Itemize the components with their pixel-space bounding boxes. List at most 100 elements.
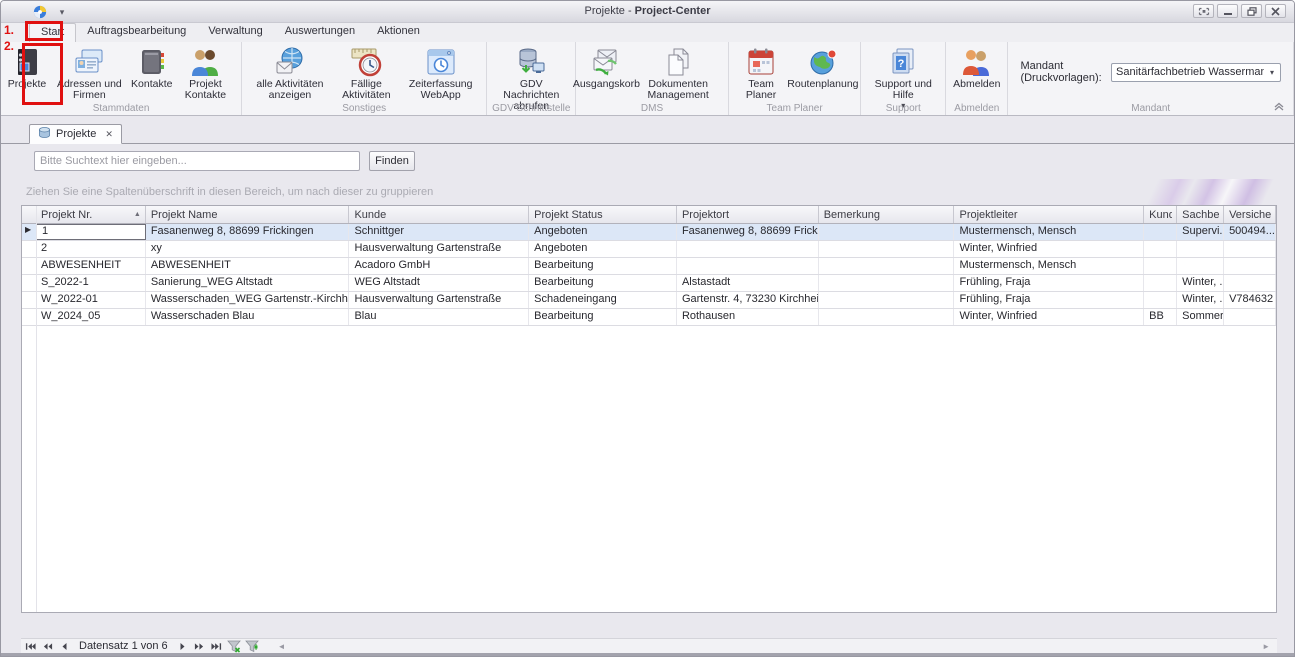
grid-cell[interactable] [1177, 258, 1224, 274]
grid-cell[interactable]: Frühling, Fraja [954, 292, 1144, 308]
grid-cell[interactable]: WEG Altstadt [349, 275, 529, 291]
ribbon-tab-aktionen[interactable]: Aktionen [366, 23, 431, 42]
grid-cell[interactable]: Schnittger [349, 224, 529, 240]
grid-cell[interactable]: Acadoro GmbH [349, 258, 529, 274]
support-und-hilfe-button[interactable]: ?Support und Hilfe▾ [865, 44, 941, 112]
ribbon-tab-verwaltung[interactable]: Verwaltung [197, 23, 273, 42]
grid-cell[interactable] [1144, 241, 1177, 257]
grid-cell[interactable] [819, 309, 955, 325]
table-row[interactable]: S_2022-1Sanierung_WEG AltstadtWEG Altsta… [22, 275, 1276, 292]
mandant-combobox[interactable]: Sanitärfachbetrieb Wassermann▾ [1111, 63, 1281, 82]
team-planer-button[interactable]: Team Planer [733, 44, 790, 103]
kontakte-button[interactable]: Kontakte [130, 44, 174, 92]
ribbon-tab-start[interactable]: Start [29, 23, 76, 42]
grid-cell[interactable] [819, 258, 955, 274]
restore-button[interactable] [1241, 4, 1262, 18]
grid-cell[interactable]: Winter, Winfried [954, 309, 1144, 325]
dokumenten-management-button[interactable]: Dokumenten Management [633, 44, 724, 103]
grid-cell[interactable]: Frühling, Fraja [954, 275, 1144, 291]
ribbon-tab-auftragsbearbeitung[interactable]: Auftragsbearbeitung [76, 23, 197, 42]
grid-cell[interactable]: Hausverwaltung Gartenstraße [349, 292, 529, 308]
grid-cell[interactable] [1144, 292, 1177, 308]
grid-cell[interactable]: Wasserschaden_WEG Gartenstr.-Kirchheim [146, 292, 350, 308]
scroll-right-icon[interactable]: ► [1259, 642, 1273, 651]
grid-cell[interactable]: Hausverwaltung Gartenstraße [349, 241, 529, 257]
grid-cell[interactable] [1177, 241, 1224, 257]
grid-cell[interactable] [819, 224, 955, 240]
grid-cell[interactable]: W_2022-01 [36, 292, 146, 308]
column-header-sachbe[interactable]: Sachbe... [1177, 206, 1224, 223]
grid-cell[interactable]: 1 [36, 224, 146, 240]
column-header-kunde-k[interactable]: Kunde K... [1144, 206, 1177, 223]
grid-cell[interactable]: Fasanenweg 8, 88699 Frickingen [677, 224, 819, 240]
delete-filter-icon[interactable] [227, 640, 241, 652]
abmelden-button[interactable]: Abmelden [950, 44, 1003, 92]
find-button[interactable]: Finden [369, 151, 415, 171]
minimize-button[interactable] [1217, 4, 1238, 18]
table-row[interactable]: ABWESENHEITABWESENHEITAcadoro GmbHBearbe… [22, 258, 1276, 275]
grid-cell[interactable]: Sanierung_WEG Altstadt [146, 275, 350, 291]
grid-cell[interactable]: ABWESENHEIT [146, 258, 350, 274]
grid-cell[interactable]: Gartenstr. 4, 73230 Kirchheim [677, 292, 819, 308]
previous-record-button[interactable] [58, 641, 71, 652]
grid-cell[interactable]: Mustermensch, Mensch [954, 258, 1144, 274]
grid-cell[interactable]: 2 [36, 241, 146, 257]
chevron-down-icon[interactable]: ▾ [1264, 68, 1280, 77]
column-header-projektleiter[interactable]: Projektleiter [954, 206, 1144, 223]
grid-cell[interactable] [1144, 275, 1177, 291]
grid-cell[interactable]: S_2022-1 [36, 275, 146, 291]
previous-page-button[interactable] [41, 641, 54, 652]
grid-cell[interactable]: Sommer... [1177, 309, 1224, 325]
grid-cell[interactable]: Fasanenweg 8, 88699 Frickingen [146, 224, 350, 240]
column-header-bemerkung[interactable]: Bemerkung [819, 206, 955, 223]
fällige-aktivitäten-button[interactable]: Fällige Aktivitäten [334, 44, 399, 103]
grid-cell[interactable] [1144, 258, 1177, 274]
alle-aktivitäten-anzeigen-button[interactable]: alle Aktivitäten anzeigen [246, 44, 334, 103]
grid-cell[interactable] [677, 258, 819, 274]
routenplanung-button[interactable]: Routenplanung [789, 44, 856, 92]
next-page-button[interactable] [193, 641, 206, 652]
edit-filter-icon[interactable] [245, 640, 259, 652]
tab-close-icon[interactable]: ✕ [101, 129, 113, 140]
grid-cell[interactable]: Bearbeitung [529, 275, 677, 291]
ausgangskorb-button[interactable]: Ausgangskorb [580, 44, 632, 92]
search-input[interactable] [34, 151, 360, 171]
grid-cell[interactable]: Mustermensch, Mensch [954, 224, 1144, 240]
grid-cell[interactable] [1224, 241, 1276, 257]
grid-cell[interactable]: Supervi... [1177, 224, 1224, 240]
group-by-panel[interactable]: Ziehen Sie eine Spaltenüberschrift in di… [21, 179, 1277, 205]
grid-cell[interactable] [1224, 275, 1276, 291]
column-header-kunde[interactable]: Kunde [349, 206, 529, 223]
column-header-projekt-name[interactable]: Projekt Name [146, 206, 350, 223]
last-record-button[interactable] [210, 641, 223, 652]
grid-cell[interactable]: Bearbeitung [529, 309, 677, 325]
zeiterfassung-webapp-button[interactable]: Zeiterfassung WebApp [399, 44, 482, 103]
grid-cell[interactable] [1224, 258, 1276, 274]
grid-cell[interactable]: 500494... [1224, 224, 1276, 240]
grid-cell[interactable]: Winter, Winfried [954, 241, 1144, 257]
table-row[interactable]: ▶1Fasanenweg 8, 88699 FrickingenSchnittg… [22, 224, 1276, 241]
ribbon-tab-auswertungen[interactable]: Auswertungen [274, 23, 366, 42]
grid-cell[interactable]: Alstastadt [677, 275, 819, 291]
column-header-projekt-status[interactable]: Projekt Status [529, 206, 677, 223]
style-button[interactable] [1193, 4, 1214, 18]
first-record-button[interactable] [24, 641, 37, 652]
grid-cell[interactable]: Blau [349, 309, 529, 325]
next-record-button[interactable] [176, 641, 189, 652]
grid-cell[interactable] [819, 292, 955, 308]
scroll-left-icon[interactable]: ◄ [275, 642, 289, 651]
table-row[interactable]: W_2022-01Wasserschaden_WEG Gartenstr.-Ki… [22, 292, 1276, 309]
tab-projekte[interactable]: Projekte ✕ [29, 124, 122, 144]
table-row[interactable]: 2xyHausverwaltung GartenstraßeAngebotenW… [22, 241, 1276, 258]
close-button[interactable] [1265, 4, 1286, 18]
column-header-projektort[interactable]: Projektort [677, 206, 819, 223]
grid-cell[interactable]: Schadeneingang [529, 292, 677, 308]
grid-cell[interactable] [819, 275, 955, 291]
grid-cell[interactable]: Wasserschaden Blau [146, 309, 350, 325]
grid-cell[interactable]: ABWESENHEIT [36, 258, 146, 274]
grid-cell[interactable]: Rothausen [677, 309, 819, 325]
grid-cell[interactable] [1224, 309, 1276, 325]
adressen-und-firmen-button[interactable]: Adressen und Firmen [49, 44, 130, 103]
grid-cell[interactable]: Winter, ... [1177, 275, 1224, 291]
column-header-versiche[interactable]: Versiche... [1224, 206, 1276, 223]
